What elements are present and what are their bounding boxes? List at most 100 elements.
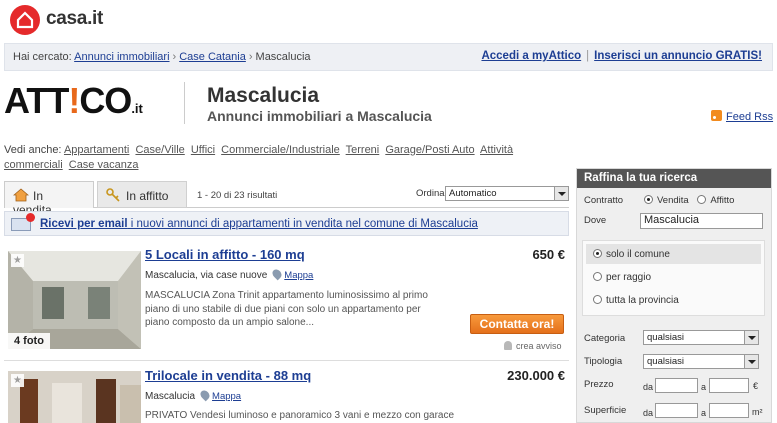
chevron-down-icon	[554, 187, 568, 200]
vedi-garage[interactable]: Garage/Posti Auto	[385, 144, 474, 156]
radio-vendita-label[interactable]: Vendita	[657, 195, 689, 206]
star-icon[interactable]: ★	[11, 254, 24, 267]
categoria-select[interactable]: qualsiasi	[643, 330, 759, 345]
euro-unit: €	[753, 381, 759, 391]
radio-icon[interactable]	[593, 295, 602, 304]
superficie-a-label: a	[701, 408, 707, 418]
scope-per-raggio-label[interactable]: per raggio	[606, 272, 651, 283]
vedi-appartamenti[interactable]: Appartamenti	[64, 144, 129, 156]
radio-icon[interactable]	[644, 195, 653, 204]
prezzo-a-input[interactable]	[709, 378, 749, 393]
listing-item: ★ 4 foto 5 Locali in affitto - 160 mq 65…	[4, 241, 569, 361]
superficie-da-input[interactable]	[655, 403, 698, 418]
tabs: In vendita In affitto 1 - 20 di 23 risul…	[4, 181, 569, 217]
contact-button[interactable]: Contatta ora!	[470, 314, 564, 334]
contratto-label: Contratto	[584, 195, 624, 206]
listing-photo[interactable]: ★ 4 foto	[8, 251, 141, 349]
radio-icon[interactable]	[593, 272, 602, 281]
scope-solo-comune[interactable]: solo il comune	[593, 249, 670, 260]
scope-solo-comune-label[interactable]: solo il comune	[606, 249, 670, 260]
panel-title: Raffina la tua ricerca	[577, 169, 771, 188]
room-photo-image	[8, 371, 141, 423]
map-link[interactable]: Mappa	[212, 391, 241, 402]
radio-vendita[interactable]: Vendita	[644, 195, 689, 206]
listing-address: Mascalucia Mappa	[145, 388, 241, 402]
radio-affitto-label[interactable]: Affitto	[710, 195, 734, 206]
prezzo-da-input[interactable]	[655, 378, 698, 393]
listing-title[interactable]: Trilocale in vendita - 88 mq	[145, 368, 311, 383]
crea-avviso[interactable]: crea avviso	[504, 341, 562, 351]
breadcrumb-annunci[interactable]: Annunci immobiliari	[74, 51, 169, 63]
dove-input[interactable]: Mascalucia	[640, 213, 763, 229]
casa-logo-text[interactable]: casa.it	[46, 8, 103, 30]
tipologia-label: Tipologia	[584, 356, 623, 367]
radio-icon[interactable]	[593, 249, 602, 258]
account-links: Accedi a myAttico | Inserisci un annuncio …	[481, 50, 762, 62]
accedi-link[interactable]: Accedi a myAttico	[481, 50, 581, 62]
breadcrumb-current: Mascalucia	[255, 51, 311, 63]
scope-tutta-provincia[interactable]: tutta la provincia	[593, 295, 679, 306]
tipologia-value: qualsiasi	[647, 356, 684, 367]
vedi-case-vacanza[interactable]: Case vacanza	[69, 159, 139, 171]
superficie-label: Superficie	[584, 405, 627, 416]
dove-label: Dove	[584, 215, 607, 226]
contratto-options: Vendita Affitto	[644, 195, 734, 206]
superficie-da-label: da	[643, 408, 654, 418]
tab-affitto[interactable]: In affitto	[97, 181, 187, 208]
attico-logo-excl: !	[68, 80, 80, 121]
email-alert-rest[interactable]: i nuovi annunci di appartamenti in vendi…	[128, 218, 478, 230]
prezzo-da-label: da	[643, 382, 654, 392]
categoria-label: Categoria	[584, 333, 626, 344]
breadcrumb-case-catania[interactable]: Case Catania	[179, 51, 246, 63]
vedi-case-ville[interactable]: Case/Ville	[135, 144, 184, 156]
ordina-label: Ordina	[416, 188, 445, 199]
listing-description: MASCALUCIA Zona Trinit appartamento lumi…	[145, 290, 428, 328]
feed-rss[interactable]: Feed Rss	[711, 110, 773, 123]
radio-icon[interactable]	[697, 195, 707, 204]
feed-rss-link[interactable]: Feed Rss	[726, 111, 773, 123]
listing-photo[interactable]: ★	[8, 371, 141, 423]
crea-avviso-label[interactable]: crea avviso	[516, 341, 562, 351]
casa-logo-icon[interactable]	[10, 5, 40, 35]
refine-search-panel: Raffina la tua ricerca Contratto Vendita…	[576, 168, 772, 423]
vedi-anche: Vedi anche: Appartamenti Case/Ville Uffi…	[4, 143, 569, 173]
breadcrumb-bar: Hai cercato: Annunci immobiliari › Case Ca…	[4, 43, 773, 71]
breadcrumb-sep: ›	[172, 51, 177, 63]
map-pin-icon	[270, 267, 284, 281]
photo-count: 4 foto	[8, 333, 50, 349]
envelope-icon	[11, 213, 35, 231]
listing-item: ★ Trilocale in vendita - 88 mq 230.000 €…	[4, 362, 569, 423]
vedi-commerciale[interactable]: Commerciale/Industriale	[221, 144, 340, 156]
header-divider	[184, 82, 185, 124]
listing-title[interactable]: 5 Locali in affitto - 160 mq	[145, 247, 305, 262]
scope-per-raggio[interactable]: per raggio	[593, 272, 651, 283]
superficie-a-input[interactable]	[709, 403, 749, 418]
map-link[interactable]: Mappa	[284, 270, 313, 281]
ordina-select[interactable]: Automatico	[445, 186, 569, 201]
chevron-down-icon	[744, 331, 758, 344]
radio-affitto[interactable]: Affitto	[697, 195, 734, 206]
email-alert-bold[interactable]: Ricevi per email	[40, 218, 128, 230]
vedi-anche-label: Vedi anche:	[4, 144, 62, 156]
tab-vendita[interactable]: In vendita	[4, 181, 94, 217]
email-alert-bar[interactable]: Ricevi per email i nuovi annunci di appa…	[4, 211, 569, 236]
results-count: 1 - 20 di 23 risultati	[197, 190, 278, 201]
tipologia-select[interactable]: qualsiasi	[643, 354, 759, 369]
star-icon[interactable]: ★	[11, 374, 24, 387]
breadcrumb-prefix: Hai cercato:	[13, 51, 72, 63]
listing-address: Mascalucia, via case nuove Mappa	[145, 267, 313, 281]
link-divider: |	[586, 50, 590, 62]
scope-options: solo il comune per raggio tutta la provi…	[582, 240, 765, 316]
ordina-value: Automatico	[449, 188, 497, 199]
scope-tutta-provincia-label[interactable]: tutta la provincia	[606, 295, 679, 306]
top-bar: casa.it	[0, 0, 777, 40]
breadcrumb-sep: ›	[248, 51, 253, 63]
vedi-uffici[interactable]: Uffici	[191, 144, 215, 156]
vedi-terreni[interactable]: Terreni	[346, 144, 380, 156]
dove-value: Mascalucia	[644, 214, 700, 226]
inserisci-annuncio-link[interactable]: Inserisci un annuncio GRATIS!	[594, 50, 762, 62]
attico-logo[interactable]: ATT!CO.it	[4, 80, 143, 121]
breadcrumb: Hai cercato: Annunci immobiliari › Case Ca…	[13, 51, 311, 63]
email-alert-text[interactable]: Ricevi per email i nuovi annunci di appa…	[40, 218, 478, 230]
bell-icon	[504, 341, 512, 350]
